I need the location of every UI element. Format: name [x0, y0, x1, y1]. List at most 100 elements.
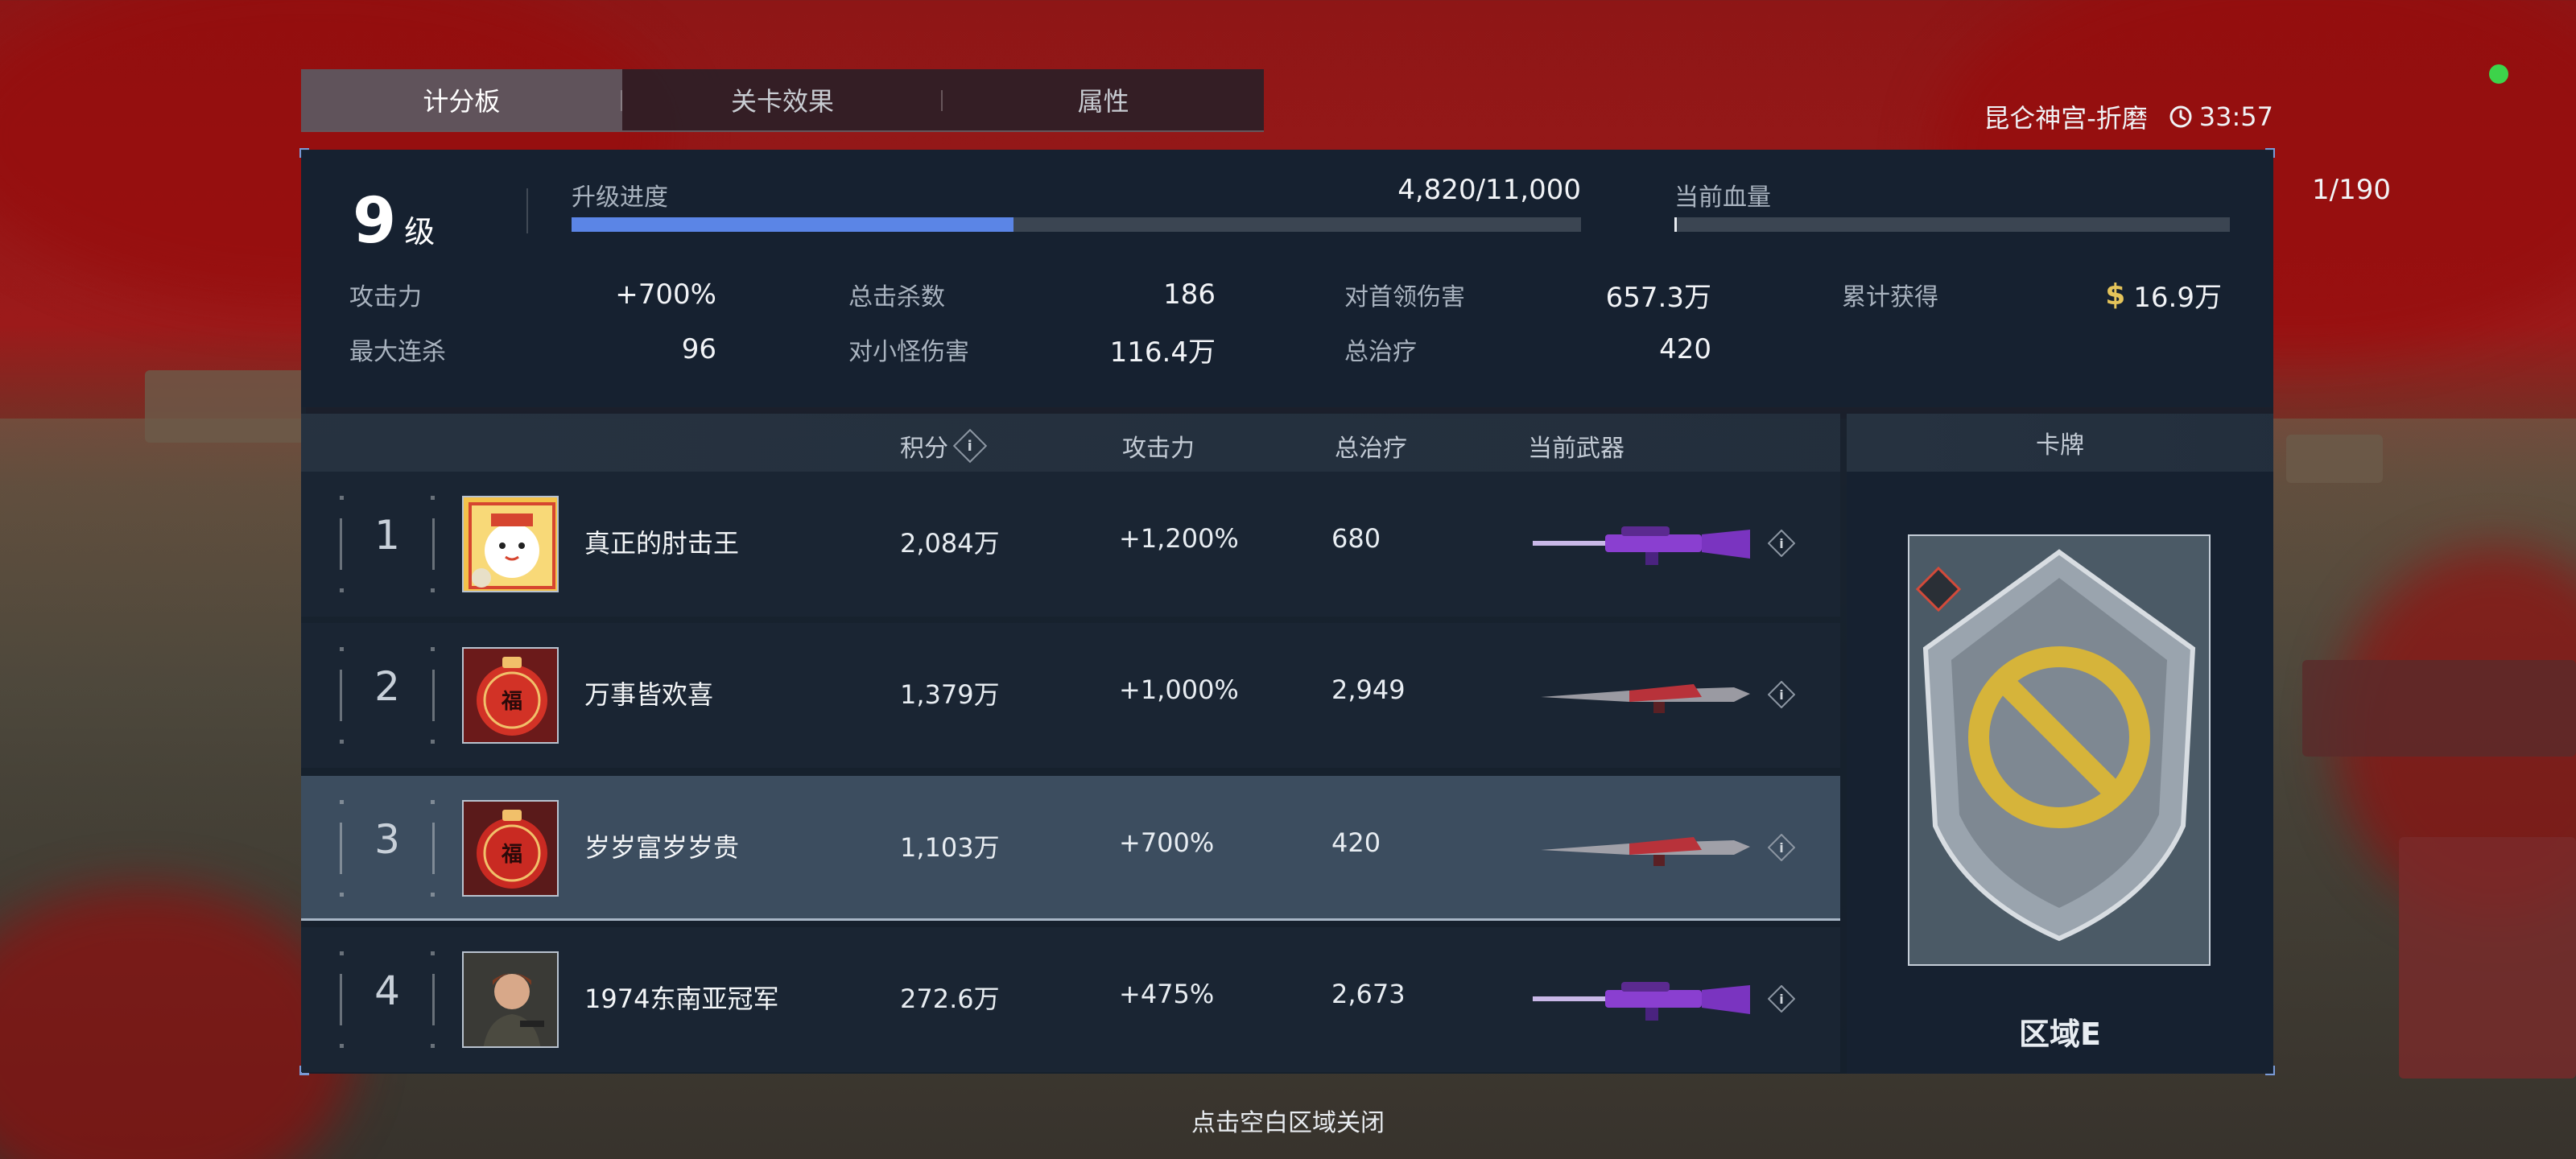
- stat-label: 总击杀数: [848, 283, 945, 311]
- stat-boss-damage: 对首领伤害 657.3万: [1344, 278, 1711, 314]
- progress-value: 4,820/11,000: [1397, 174, 1581, 206]
- level-number: 9: [353, 185, 397, 258]
- rank-frame: 1: [340, 496, 435, 592]
- rank-frame: 2: [340, 647, 435, 744]
- sniper-rifle-purple-icon[interactable]: [1533, 977, 1755, 1022]
- card-title: 区域E: [2019, 1017, 2101, 1052]
- sniper-rifle-red-icon[interactable]: [1533, 826, 1755, 871]
- player-name: 真正的肘击王: [584, 528, 740, 559]
- stat-value: 116.4万: [1109, 336, 1216, 369]
- background-structure: [2286, 435, 2383, 483]
- tab-label: 属性: [1077, 86, 1129, 117]
- stat-label: 总治疗: [1344, 338, 1417, 366]
- connection-status-indicator: [2489, 64, 2508, 84]
- rank-number: 4: [374, 967, 400, 1014]
- tab-label: 计分板: [423, 86, 501, 117]
- rank-frame: 3: [340, 800, 435, 897]
- header-heal: 总治疗: [1335, 428, 1407, 464]
- player-name: 万事皆欢喜: [584, 679, 714, 710]
- clock-icon: [2169, 105, 2192, 128]
- timer: 33:57: [2169, 101, 2273, 132]
- weapon-info-icon[interactable]: i: [1768, 530, 1795, 557]
- header-label: 当前武器: [1528, 435, 1624, 463]
- scoreboard-panel: 9 级 升级进度 4,820/11,000 当前血量 1/190 攻击力 +70…: [299, 148, 2391, 1075]
- tab-attributes[interactable]: 属性: [943, 69, 1264, 130]
- stat-attack: 攻击力 +700%: [349, 278, 716, 311]
- stat-label: 最大连杀: [349, 338, 446, 366]
- background-vehicle: [2302, 660, 2576, 757]
- stat-max-streak: 最大连杀 96: [349, 333, 716, 366]
- player-weapon-view: [2399, 837, 2576, 1079]
- weapon-info-icon[interactable]: i: [1768, 681, 1795, 708]
- rank-number: 3: [374, 816, 400, 863]
- card-column: 卡牌 区域E: [1847, 414, 2273, 1074]
- heal-value: 420: [1331, 827, 1381, 858]
- hp-value: 1/190: [2312, 174, 2391, 206]
- weapon-info-icon[interactable]: i: [1768, 834, 1795, 861]
- score-value: 272.6万: [900, 984, 1000, 1014]
- stat-value: 420: [1659, 333, 1711, 365]
- hp-fill: [1674, 217, 1678, 232]
- svg-text:i: i: [1779, 687, 1783, 703]
- hp-bar: [1674, 217, 2230, 232]
- background-structure: [145, 370, 306, 443]
- tab-scoreboard[interactable]: 计分板: [301, 69, 622, 130]
- table-row[interactable]: 2 福 万事皆欢喜 1,379万 +1,000% 2,949 i: [301, 623, 1840, 768]
- svg-text:i: i: [1779, 992, 1783, 1007]
- zone-card[interactable]: [1908, 534, 2211, 966]
- avatar[interactable]: [462, 951, 559, 1048]
- score-value: 1,379万: [900, 679, 1000, 710]
- attack-value: +1,000%: [1119, 674, 1239, 705]
- card-header: 卡牌: [1847, 414, 2273, 472]
- player-stats: 9 级 升级进度 4,820/11,000 当前血量 1/190 攻击力 +70…: [301, 150, 2391, 407]
- stat-total-earned: 累计获得 $ 16.9万: [1842, 278, 2222, 314]
- table-row[interactable]: 4 1974东南亚冠军 272.6万 +475% 2,673 i: [301, 927, 1840, 1072]
- header-weapon: 当前武器: [1528, 428, 1624, 464]
- heal-value: 680: [1331, 523, 1381, 554]
- rank-number: 2: [374, 663, 400, 710]
- player-name: 岁岁富岁岁贵: [584, 832, 740, 863]
- map-info: 昆仑神宫-折磨 33:57: [1948, 98, 2273, 135]
- tab-label: 关卡效果: [731, 86, 835, 117]
- player-level: 9 级: [353, 185, 435, 258]
- rank-frame: 4: [340, 951, 435, 1048]
- table-row-self[interactable]: 3 福 岁岁富岁岁贵 1,103万 +700% 420 i: [301, 776, 1840, 921]
- stat-total-kills: 总击杀数 186: [848, 278, 1216, 311]
- soldier-avatar-icon: [464, 953, 557, 1046]
- scoreboard-tabs: 计分板 关卡效果 属性: [301, 69, 1264, 132]
- sniper-rifle-purple-icon[interactable]: [1533, 522, 1755, 567]
- header-label: 攻击力: [1122, 435, 1195, 463]
- level-progress-fill: [572, 217, 1014, 232]
- stat-value: 657.3万: [1605, 281, 1711, 314]
- score-value: 1,103万: [900, 832, 1000, 863]
- card-header-label: 卡牌: [2036, 431, 2084, 460]
- svg-text:i: i: [1779, 536, 1783, 551]
- level-unit: 级: [404, 214, 436, 250]
- svg-text:福: 福: [501, 690, 522, 714]
- table-row[interactable]: 1 真正的肘击王 2,084万 +1,200% 680 i: [301, 472, 1840, 617]
- stat-value: +700%: [615, 278, 716, 311]
- progress-label: 升级进度: [572, 184, 668, 212]
- timer-value: 33:57: [2198, 101, 2273, 132]
- hp-label: 当前血量: [1674, 184, 1771, 212]
- heal-value: 2,949: [1331, 674, 1406, 705]
- attack-value: +700%: [1119, 827, 1215, 858]
- avatar[interactable]: 福: [462, 800, 559, 897]
- avatar[interactable]: [462, 496, 559, 592]
- stat-value: 96: [681, 333, 716, 365]
- svg-text:i: i: [1779, 840, 1783, 856]
- stat-label: 对小怪伤害: [848, 338, 969, 366]
- earned-amount: $ 16.9万: [2105, 275, 2222, 315]
- red-charm-avatar-icon: 福: [464, 649, 557, 742]
- close-hint[interactable]: 点击空白区域关闭: [1127, 1103, 1449, 1138]
- lucky-cat-avatar-icon: [464, 497, 557, 591]
- stat-label: 攻击力: [349, 283, 422, 311]
- weapon-info-icon[interactable]: i: [1768, 985, 1795, 1013]
- tab-stage-effects[interactable]: 关卡效果: [622, 69, 943, 130]
- shield-prohibition-icon: [1909, 536, 2209, 964]
- info-icon[interactable]: i: [952, 428, 988, 464]
- table-header: 积分 i 攻击力 总治疗 当前武器: [301, 414, 1840, 472]
- rank-number: 1: [374, 512, 400, 559]
- avatar[interactable]: 福: [462, 647, 559, 744]
- sniper-rifle-red-icon[interactable]: [1533, 673, 1755, 718]
